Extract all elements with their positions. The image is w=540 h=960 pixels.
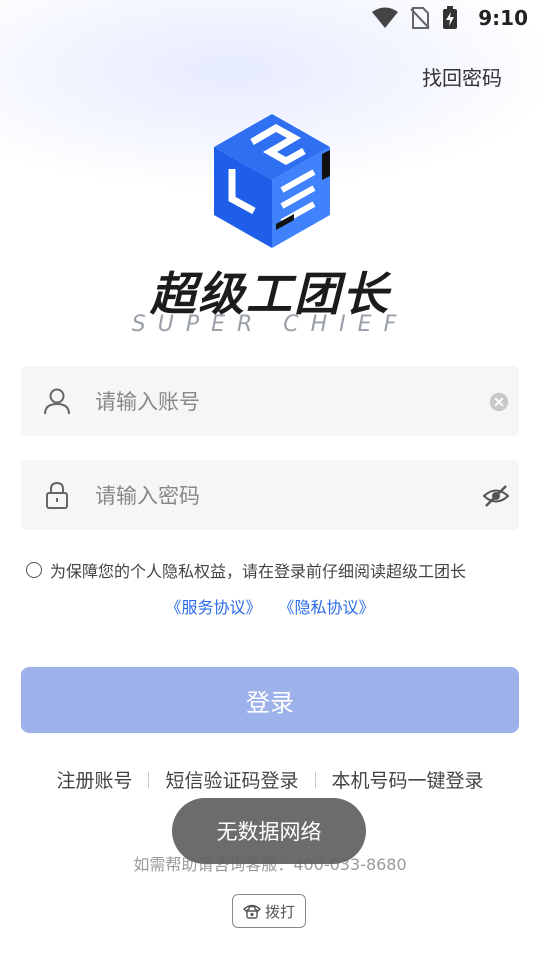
login-button[interactable]: 登录 — [21, 667, 519, 733]
toast-message: 无数据网络 — [172, 798, 366, 864]
agreement-text: 为保障您的个人隐私权益，请在登录前仔细阅读超级工团长 — [50, 562, 467, 581]
status-time: 9:10 — [478, 6, 528, 30]
divider — [148, 771, 150, 788]
sms-login-link[interactable]: 短信验证码登录 — [165, 766, 298, 793]
dial-button[interactable]: 拨打 — [232, 894, 306, 928]
privacy-agreement-link[interactable]: 《隐私协议》 — [279, 598, 375, 617]
agreement-links: 《服务协议》 《隐私协议》 — [0, 594, 540, 618]
agreement-checkbox[interactable] — [26, 562, 42, 578]
lock-icon — [46, 481, 68, 509]
no-sim-icon — [410, 7, 430, 29]
battery-charging-icon — [443, 6, 457, 29]
password-input[interactable] — [93, 478, 477, 514]
logo-title-en: SUPER CHIEF — [131, 312, 409, 337]
account-field[interactable] — [21, 366, 519, 436]
user-icon — [44, 388, 70, 415]
service-agreement-link[interactable]: 《服务协议》 — [165, 598, 261, 617]
divider — [314, 771, 316, 788]
logo-icon — [214, 114, 330, 248]
clear-icon[interactable] — [489, 392, 509, 412]
dial-label: 拨打 — [264, 902, 295, 921]
account-input[interactable] — [93, 384, 477, 420]
forgot-password-link[interactable]: 找回密码 — [422, 62, 502, 91]
password-field[interactable] — [21, 460, 519, 530]
status-bar: 9:10 — [0, 0, 540, 36]
agreement-row: 为保障您的个人隐私权益，请在登录前仔细阅读超级工团长 — [26, 558, 466, 582]
register-link[interactable]: 注册账号 — [56, 766, 132, 793]
wifi-icon — [372, 7, 398, 28]
phone-icon — [242, 904, 261, 919]
eye-off-icon[interactable] — [483, 483, 509, 509]
alt-login-row: 注册账号 短信验证码登录 本机号码一键登录 — [0, 766, 540, 793]
one-click-login-link[interactable]: 本机号码一键登录 — [332, 766, 484, 793]
